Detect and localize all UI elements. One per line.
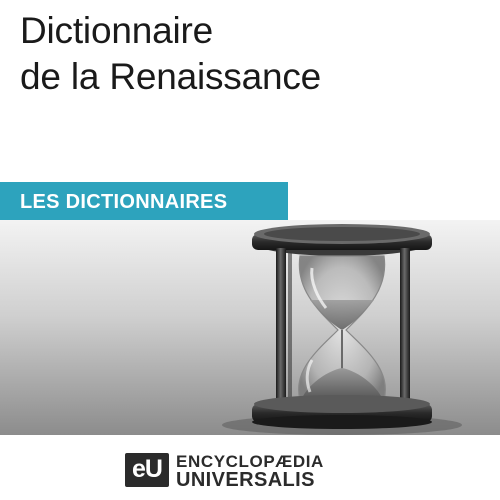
publisher-footer: eU ENCYCLOPÆDIA UNIVERSALIS — [0, 435, 500, 500]
series-label: LES DICTIONNAIRES — [20, 191, 228, 213]
book-title: Dictionnaire de la Renaissance — [20, 8, 490, 100]
title-line-2: de la Renaissance — [20, 56, 322, 97]
cover-photo — [0, 220, 500, 435]
publisher-logo-mark: eU — [132, 455, 163, 483]
publisher-name-line-2: UNIVERSALIS — [176, 469, 315, 491]
book-cover: Dictionnaire de la Renaissance LES DICTI… — [0, 0, 500, 500]
hourglass-icon — [222, 224, 462, 435]
publisher-logo: eU — [125, 453, 169, 487]
series-banner: LES DICTIONNAIRES — [0, 182, 288, 220]
title-line-1: Dictionnaire — [20, 10, 213, 51]
